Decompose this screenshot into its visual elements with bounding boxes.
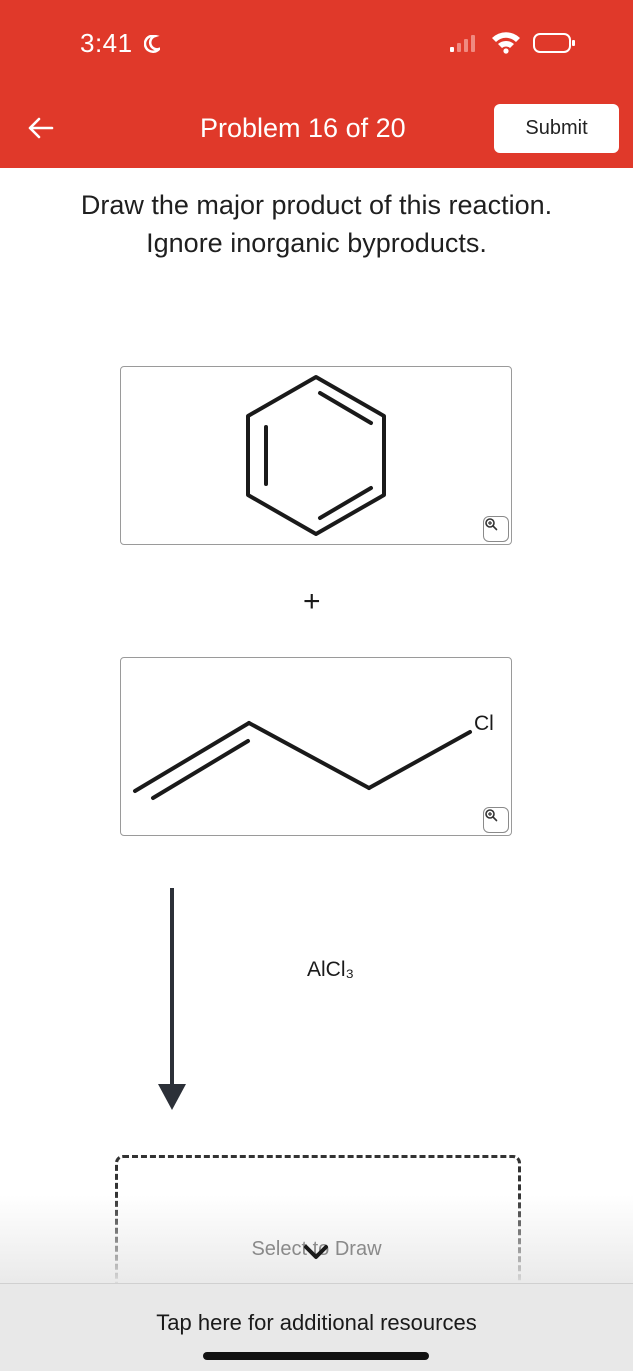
home-indicator	[203, 1352, 429, 1360]
clock-text: 3:41	[80, 28, 133, 58]
resources-link[interactable]: Tap here for additional resources	[0, 1310, 633, 1336]
magnify-icon	[485, 518, 498, 531]
arrow-left-icon	[28, 117, 54, 139]
reagent-label: AlCl₃	[307, 958, 355, 981]
signal-icon	[450, 35, 475, 52]
reactant-2-structure-box: Cl	[120, 657, 512, 836]
plus-sign: +	[303, 585, 321, 618]
problem-instructions: Draw the major product of this reaction.…	[0, 186, 633, 262]
chlorine-atom-label: Cl	[474, 712, 494, 735]
benzene-structure	[246, 375, 386, 536]
zoom-button-reactant-2[interactable]	[483, 807, 509, 833]
instruction-line-1: Draw the major product of this reaction.	[80, 190, 553, 220]
battery-icon	[533, 33, 575, 53]
chevron-down-icon[interactable]	[302, 1242, 330, 1262]
resources-bar[interactable]: Tap here for additional resources	[0, 1283, 633, 1371]
status-icons	[448, 30, 578, 56]
app-header: 3:41 Problem 16 of 20 Submit	[0, 0, 633, 168]
status-time: 3:41	[80, 28, 161, 59]
magnify-icon	[485, 809, 498, 822]
allyl-chloride-structure: Cl	[133, 712, 494, 800]
reactant-1-structure-box	[120, 366, 512, 545]
zoom-button-reactant-1[interactable]	[483, 516, 509, 542]
submit-button[interactable]: Submit	[494, 104, 619, 153]
moon-icon	[144, 35, 161, 53]
instruction-line-2: Ignore inorganic byproducts.	[146, 228, 487, 258]
problem-title: Problem 16 of 20	[200, 113, 406, 143]
wifi-icon	[492, 32, 520, 54]
back-button[interactable]	[22, 110, 58, 146]
reaction-arrow	[158, 888, 186, 1110]
